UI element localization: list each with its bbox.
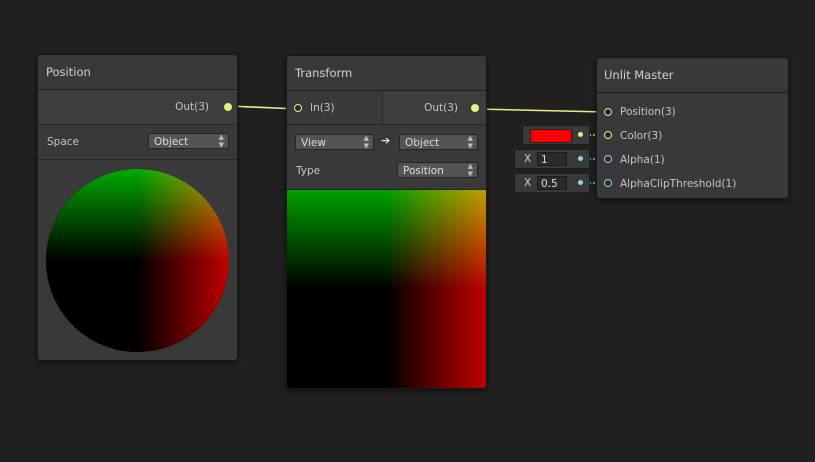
transform-output-side: Out(3) <box>382 91 486 124</box>
unlit-master-node[interactable]: Unlit Master Position(3) Color(3) Alpha(… <box>596 57 789 199</box>
alpha-value-input[interactable]: 1 <box>537 152 567 166</box>
master-position-port[interactable] <box>604 108 612 116</box>
wire-transform-to-master <box>475 108 607 113</box>
color-swatch[interactable] <box>530 129 572 143</box>
transform-preview-gradient <box>287 190 486 388</box>
from-space-value: View <box>301 137 326 149</box>
position-preview <box>46 169 229 352</box>
master-color-label: Color(3) <box>620 130 663 142</box>
position-output-row: Out(3) <box>38 90 237 124</box>
master-color-port[interactable] <box>604 131 612 139</box>
transform-in-label: In(3) <box>310 102 335 114</box>
type-dropdown[interactable]: Position ▲ ▼ <box>397 162 478 178</box>
position-preview-sphere <box>46 169 229 352</box>
space-dropdown[interactable]: Object ▲ ▼ <box>148 133 229 149</box>
transform-out-port[interactable] <box>471 104 479 112</box>
alpha-axis-label: X <box>524 153 532 165</box>
dropdown-arrows-icon: ▲ ▼ <box>467 162 473 178</box>
type-dropdown-value: Position <box>403 165 444 177</box>
transform-node[interactable]: Transform In(3) Out(3) View ▲ ▼ ➔ Object … <box>286 55 487 389</box>
transform-node-title[interactable]: Transform <box>287 56 486 91</box>
master-alphaclip-port[interactable] <box>604 179 612 187</box>
type-label: Type <box>296 165 321 177</box>
dropdown-arrows-icon: ▲ ▼ <box>467 134 473 150</box>
space-dropdown-value: Object <box>154 136 189 148</box>
alphaclip-value-input[interactable]: 0.5 <box>537 176 567 190</box>
transform-in-port[interactable] <box>294 104 302 112</box>
master-alphaclip-label: AlphaClipThreshold(1) <box>620 178 737 190</box>
alphaclip-input-field[interactable]: X 0.5 <box>514 173 590 193</box>
color-input-field[interactable] <box>522 125 590 145</box>
master-alpha-port[interactable] <box>604 155 612 163</box>
transform-input-side: In(3) <box>287 91 382 124</box>
dropdown-arrows-icon: ▲ ▼ <box>363 134 369 150</box>
position-out-port[interactable] <box>224 103 232 111</box>
from-space-dropdown[interactable]: View ▲ ▼ <box>295 134 374 150</box>
position-node-title[interactable]: Position <box>38 55 237 90</box>
master-position-label: Position(3) <box>620 106 676 118</box>
color-input-out-port[interactable] <box>578 132 583 137</box>
transform-preview <box>287 190 486 388</box>
position-out-label: Out(3) <box>175 101 209 113</box>
space-label: Space <box>47 136 79 148</box>
alphaclip-axis-label: X <box>524 177 532 189</box>
alpha-input-field[interactable]: X 1 <box>514 149 590 169</box>
alpha-input-out-port[interactable] <box>578 156 583 161</box>
transform-out-label: Out(3) <box>424 102 458 114</box>
to-space-value: Object <box>405 137 440 149</box>
to-space-dropdown[interactable]: Object ▲ ▼ <box>399 134 478 150</box>
arrow-right-icon: ➔ <box>381 134 391 147</box>
alphaclip-input-out-port[interactable] <box>578 180 583 185</box>
dropdown-arrows-icon: ▲ ▼ <box>218 133 224 149</box>
master-alpha-label: Alpha(1) <box>620 154 665 166</box>
unlit-master-title[interactable]: Unlit Master <box>597 58 788 93</box>
position-node[interactable]: Position Out(3) Space Object ▲ ▼ <box>37 54 238 361</box>
